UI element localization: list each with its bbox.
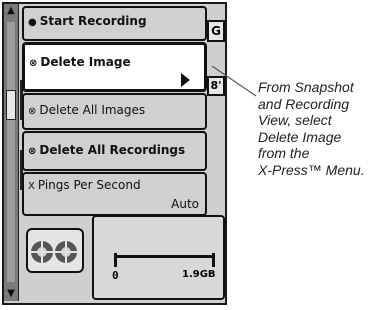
caption-line: From Snapshot <box>258 79 354 95</box>
callout-caption: From Snapshot and Recording View, select… <box>258 79 368 179</box>
caption-line: from the <box>258 145 310 162</box>
caption-line: View, select <box>258 112 332 129</box>
caption-line: and Recording <box>258 95 350 112</box>
caption-line: X-Press™ Menu. <box>258 161 365 178</box>
caption-line: Delete Image <box>258 128 342 145</box>
